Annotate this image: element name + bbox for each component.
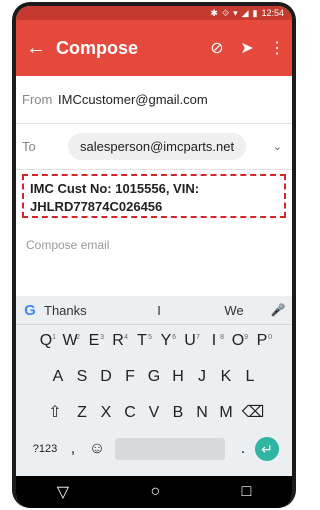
key-e[interactable]: 3E [82, 328, 106, 354]
key-g[interactable]: G [142, 364, 166, 390]
key-z[interactable]: Z [70, 400, 94, 426]
home-nav-icon[interactable]: ○ [150, 483, 160, 501]
subject-line-1: IMC Cust No: 1015556, VIN: [30, 181, 200, 196]
key-row-3: ⇧ Z X C V B N M ⌫ [16, 400, 292, 426]
key-f[interactable]: F [118, 364, 142, 390]
key-u[interactable]: 7U [178, 328, 202, 354]
suggestion-strip: G Thanks I We 🎤 [16, 296, 292, 325]
phone-screen: ✱ ⟐ ▾ ◢ ▮ 12:54 ← Compose ⊘ ➤ ⋮ From IMC… [16, 6, 292, 508]
symbols-key[interactable]: ?123 [29, 436, 61, 462]
key-r[interactable]: 4R [106, 328, 130, 354]
key-y[interactable]: 6Y [154, 328, 178, 354]
key-row-1: 1Q 2W 3E 4R 5T 6Y 7U 8I 9O 0P [16, 328, 292, 354]
key-p[interactable]: 0P [250, 328, 274, 354]
status-time: 12:54 [261, 8, 284, 18]
chevron-down-icon[interactable]: ⌄ [273, 140, 282, 153]
key-d[interactable]: D [94, 364, 118, 390]
key-q[interactable]: 1Q [34, 328, 58, 354]
key-m[interactable]: M [214, 400, 238, 426]
recipient-chip[interactable]: salesperson@imcparts.net [68, 133, 247, 160]
paperclip-icon[interactable]: ⊘ [202, 38, 232, 58]
key-o[interactable]: 9O [226, 328, 250, 354]
emoji-icon[interactable]: ☺ [85, 436, 109, 462]
key-h[interactable]: H [166, 364, 190, 390]
suggestion-we[interactable]: We [204, 303, 264, 318]
space-bar[interactable] [115, 438, 225, 460]
google-icon[interactable]: G [16, 302, 44, 319]
suggestion-i[interactable]: I [114, 303, 204, 318]
key-k[interactable]: K [214, 364, 238, 390]
more-vert-icon[interactable]: ⋮ [262, 38, 292, 58]
from-row: From IMCcustomer@gmail.com [16, 76, 292, 124]
key-s[interactable]: S [70, 364, 94, 390]
key-a[interactable]: A [46, 364, 70, 390]
key-j[interactable]: J [190, 364, 214, 390]
key-c[interactable]: C [118, 400, 142, 426]
key-v[interactable]: V [142, 400, 166, 426]
key-i[interactable]: 8I [202, 328, 226, 354]
app-bar: ← Compose ⊘ ➤ ⋮ [16, 20, 292, 76]
compose-email-input[interactable]: Compose email [26, 238, 109, 252]
bluetooth-icon: ✱ [210, 7, 218, 18]
status-bar: ✱ ⟐ ▾ ◢ ▮ 12:54 [16, 6, 292, 20]
key-x[interactable]: X [94, 400, 118, 426]
key-t[interactable]: 5T [130, 328, 154, 354]
subject-line-2: JHLRD77874C026456 [30, 199, 163, 214]
suggestion-thanks[interactable]: Thanks [44, 303, 114, 318]
key-w[interactable]: 2W [58, 328, 82, 354]
from-label: From [22, 92, 53, 107]
enter-icon[interactable]: ↵ [255, 437, 279, 461]
recents-nav-icon[interactable]: □ [242, 483, 252, 501]
from-value[interactable]: IMCcustomer@gmail.com [58, 92, 208, 107]
to-label: To [22, 139, 36, 154]
period-key[interactable]: . [231, 436, 255, 462]
keyboard: G Thanks I We 🎤 1Q 2W 3E 4R 5T 6Y 7U 8I … [16, 296, 292, 476]
to-row: To salesperson@imcparts.net ⌄ [16, 124, 292, 170]
send-icon[interactable]: ➤ [232, 38, 262, 58]
key-n[interactable]: N [190, 400, 214, 426]
key-b[interactable]: B [166, 400, 190, 426]
page-title: Compose [56, 37, 139, 58]
subject-field[interactable]: IMC Cust No: 1015556, VIN: JHLRD77874C02… [22, 174, 286, 218]
key-l[interactable]: L [238, 364, 262, 390]
nav-bar: ▽ ○ □ [16, 476, 292, 508]
mic-icon[interactable]: 🎤 [264, 303, 292, 317]
comma-key[interactable]: , [61, 436, 85, 462]
key-row-4: ?123 , ☺ . ↵ [16, 436, 292, 462]
backspace-icon[interactable]: ⌫ [238, 400, 268, 426]
vibrate-icon: ⟐ [221, 7, 230, 18]
battery-icon: ▮ [252, 7, 258, 18]
shift-icon[interactable]: ⇧ [40, 400, 70, 426]
wifi-icon: ▾ [233, 7, 238, 18]
key-row-2: A S D F G H J K L [16, 364, 292, 390]
back-arrow-icon[interactable]: ← [16, 20, 56, 76]
back-nav-icon[interactable]: ▽ [57, 482, 69, 502]
signal-icon: ◢ [241, 7, 249, 18]
